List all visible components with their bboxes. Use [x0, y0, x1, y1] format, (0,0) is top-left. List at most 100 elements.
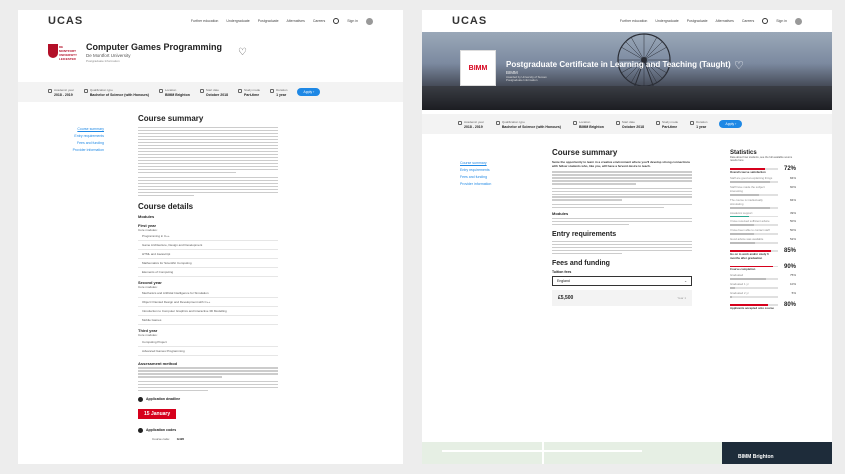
modules-label: Modules: [552, 210, 569, 216]
stat-bar: [730, 295, 778, 298]
search-icon[interactable]: [333, 18, 340, 24]
info-value[interactable]: Part-time: [662, 125, 678, 129]
deadline-label: Application deadline: [146, 397, 181, 402]
stat-value: 80%: [783, 301, 796, 308]
info-study-mode: Study mode Part-time: [656, 120, 678, 129]
sidenav-entry-requirements[interactable]: Entry requirements: [28, 133, 104, 140]
search-icon[interactable]: [762, 18, 769, 24]
course-summary-text: [138, 127, 278, 197]
stat-value: 72%: [783, 166, 796, 173]
stat-label: Academic support: [730, 210, 753, 215]
module-item[interactable]: Elements of Computing: [138, 268, 278, 278]
location-pin-icon: [572, 120, 577, 125]
info-value[interactable]: BIMM Brighton: [165, 93, 190, 97]
stat-value: 39%: [789, 210, 796, 215]
deadline-badge: 15 January: [138, 408, 177, 419]
info-value[interactable]: Part-time: [244, 93, 260, 97]
avatar-icon[interactable]: [366, 17, 373, 25]
info-value[interactable]: BIMM Brighton: [579, 125, 604, 129]
sidenav-fees-funding[interactable]: Fees and funding: [460, 174, 508, 181]
info-qualification: Qualification type Bachelor of Science (w…: [83, 88, 149, 97]
module-item[interactable]: Introduction to Computer Graphics and In…: [138, 307, 278, 317]
nav-link-alternatives[interactable]: Alternatives: [287, 19, 305, 23]
course-subtitle: Postgraduate Information: [86, 59, 120, 63]
ucas-logo[interactable]: UCAS: [452, 15, 487, 27]
sign-in-link[interactable]: Sign in: [776, 19, 787, 23]
stat-row: I have been able to contact staff 50%: [730, 228, 796, 235]
module-item[interactable]: Advanced Games Programming: [138, 347, 278, 356]
stat-label: Staff have made the subject interesting: [730, 185, 765, 193]
stat-value: 84%: [789, 176, 796, 181]
module-item[interactable]: Game Architecture, Design and Developmen…: [138, 241, 278, 251]
course-summary-text: [552, 171, 692, 208]
hero-ground: [422, 86, 832, 110]
stat-row: Staff are good at explaining things 84%: [730, 176, 796, 183]
chevron-down-icon: ⌄: [684, 278, 687, 283]
info-label: Academic year: [464, 119, 484, 124]
stat-row: Good advice was available 52%: [730, 237, 796, 244]
favourite-heart-icon[interactable]: ♡: [734, 59, 744, 72]
apply-button[interactable]: Apply ›: [719, 120, 743, 128]
info-value[interactable]: Bachelor of Science (with Honours): [502, 125, 561, 129]
module-item[interactable]: Mechanics and Artificial Intelligence fo…: [138, 289, 278, 299]
info-value[interactable]: 2018 - 2019: [464, 125, 484, 129]
sidenav-provider-info[interactable]: Provider information: [28, 147, 104, 154]
stat-value: 10%: [789, 282, 796, 287]
module-item[interactable]: HTML and Javascript: [138, 250, 278, 260]
nav-link-alternatives[interactable]: Alternatives: [716, 19, 734, 23]
stat-bar: [730, 241, 778, 244]
provider-name[interactable]: De Montfort University: [86, 53, 222, 58]
module-item[interactable]: Mobile Games: [138, 316, 278, 326]
avatar-icon[interactable]: [795, 17, 802, 25]
module-item[interactable]: Object Oriented Design and Development w…: [138, 298, 278, 308]
course-intro: Seize the opportunity to learn in a crea…: [552, 160, 691, 169]
course-details-heading: Course details: [138, 202, 194, 212]
module-item[interactable]: Programming in C++: [138, 232, 278, 242]
stat-row: Graduated 75%: [730, 273, 796, 281]
course-header: DE MONTFORT UNIVERSITY LEICESTER Compute…: [18, 32, 403, 63]
stat-bar: [730, 206, 778, 209]
sidenav-fees-funding[interactable]: Fees and funding: [28, 140, 104, 147]
stat-value: 5%: [791, 290, 796, 295]
sidenav-course-summary[interactable]: Course summary: [28, 126, 104, 133]
info-value[interactable]: Bachelor of Science (with Honours): [90, 93, 149, 97]
calendar-icon: [458, 120, 462, 125]
calendar-icon: [199, 88, 204, 93]
fee-region-select[interactable]: England ⌄: [552, 275, 692, 286]
info-duration: Duration 1 year: [270, 88, 287, 97]
stat-label: Go on to work and/or study 6 months afte…: [730, 251, 769, 260]
info-label: Academic year: [54, 87, 74, 92]
sidenav-provider-info[interactable]: Provider information: [460, 181, 508, 188]
main-content: Course summary Seize the opportunity to …: [552, 148, 692, 306]
top-nav: UCAS Further education Undergraduate Pos…: [422, 10, 832, 32]
info-value[interactable]: October 2018: [622, 125, 644, 129]
nav-link-postgraduate[interactable]: Postgraduate: [258, 19, 279, 23]
stat-value: 90%: [783, 263, 796, 270]
info-label: Start date: [621, 119, 635, 124]
ucas-logo[interactable]: UCAS: [48, 15, 83, 27]
stat-label: Graduated 1 yr: [730, 282, 749, 287]
sidenav-entry-requirements[interactable]: Entry requirements: [460, 167, 508, 174]
info-value[interactable]: October 2018: [206, 93, 228, 97]
info-label: Study mode: [662, 119, 679, 124]
module-item[interactable]: Computing Project: [138, 338, 278, 347]
nav-link-careers[interactable]: Careers: [313, 19, 325, 23]
favourite-heart-icon[interactable]: ♡: [238, 47, 247, 58]
nav-link-undergraduate[interactable]: Undergraduate: [226, 19, 249, 23]
location-map[interactable]: BIMM Brighton: [422, 442, 832, 464]
nav-link-further-education[interactable]: Further education: [620, 19, 647, 23]
stat-row: Overall course satisfaction 72%: [730, 166, 796, 174]
nav-link-further-education[interactable]: Further education: [191, 19, 218, 23]
sidenav-course-summary[interactable]: Course summary: [460, 160, 508, 167]
course-title: Postgraduate Certificate in Learning and…: [506, 60, 731, 69]
sign-in-link[interactable]: Sign in: [347, 19, 358, 23]
nav-link-careers[interactable]: Careers: [742, 19, 754, 23]
nav-link-postgraduate[interactable]: Postgraduate: [687, 19, 708, 23]
course-summary-heading: Course summary: [552, 148, 618, 157]
course-title-block: Computer Games Programming De Montfort U…: [86, 42, 222, 63]
info-value[interactable]: 2018 - 2019: [54, 93, 74, 97]
nav-link-undergraduate[interactable]: Undergraduate: [655, 19, 678, 23]
module-item[interactable]: Mathematics for Scientific Computing: [138, 259, 278, 269]
apply-button[interactable]: Apply ›: [297, 88, 321, 96]
stat-row: Graduated 2 yr 5%: [730, 291, 796, 298]
